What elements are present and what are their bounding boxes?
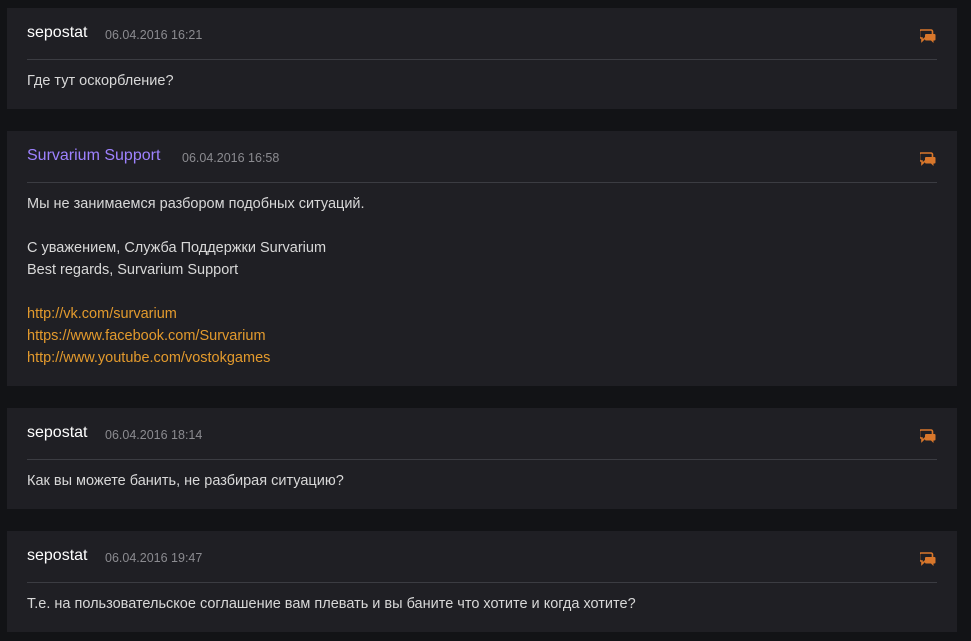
post-date: 06.04.2016 18:14 — [105, 428, 203, 442]
comment-text: Где тут оскорбление? — [27, 73, 174, 89]
comment-header: Survarium Support 06.04.2016 16:58 — [27, 131, 937, 183]
author-name[interactable]: sepostat — [27, 24, 87, 42]
post-date: 06.04.2016 16:58 — [182, 151, 280, 165]
comment-text: Мы не занимаемся разбором подобных ситуа… — [27, 196, 365, 212]
comment-post: Survarium Support 06.04.2016 16:58 Мы не… — [7, 131, 957, 386]
quote-speech-bubbles-icon[interactable] — [920, 29, 936, 44]
comment-header: sepostat 06.04.2016 19:47 — [27, 531, 937, 583]
comment-post: sepostat 06.04.2016 16:21 Где тут оскорб… — [7, 8, 957, 109]
facebook-link[interactable]: https://www.facebook.com/Survarium — [27, 325, 937, 347]
comment-body: Т.е. на пользовательское соглашение вам … — [27, 593, 937, 615]
vk-link[interactable]: http://vk.com/survarium — [27, 303, 937, 325]
author-name[interactable]: sepostat — [27, 424, 87, 442]
comment-post: sepostat 06.04.2016 18:14 Как вы можете … — [7, 408, 957, 509]
comment-body: Мы не занимаемся разбором подобных ситуа… — [27, 193, 937, 369]
comment-post: sepostat 06.04.2016 19:47 Т.е. на пользо… — [7, 531, 957, 632]
author-name[interactable]: sepostat — [27, 547, 87, 565]
youtube-link[interactable]: http://www.youtube.com/vostokgames — [27, 347, 937, 369]
comment-body: Как вы можете банить, не разбирая ситуац… — [27, 470, 937, 492]
signature-text: С уважением, Служба Поддержки Survarium — [27, 240, 327, 256]
comment-header: sepostat 06.04.2016 16:21 — [27, 8, 937, 60]
post-date: 06.04.2016 16:21 — [105, 28, 203, 42]
quote-speech-bubbles-icon[interactable] — [920, 429, 936, 444]
quote-speech-bubbles-icon[interactable] — [920, 552, 936, 567]
quote-speech-bubbles-icon[interactable] — [920, 152, 936, 167]
author-name[interactable]: Survarium Support — [27, 147, 160, 165]
post-date: 06.04.2016 19:47 — [105, 551, 203, 565]
comment-body: Где тут оскорбление? — [27, 70, 937, 92]
signature-text: Best regards, Survarium Support — [27, 262, 239, 278]
comment-text: Как вы можете банить, не разбирая ситуац… — [27, 473, 344, 489]
comment-text: Т.е. на пользовательское соглашение вам … — [27, 596, 636, 612]
comment-header: sepostat 06.04.2016 18:14 — [27, 408, 937, 460]
